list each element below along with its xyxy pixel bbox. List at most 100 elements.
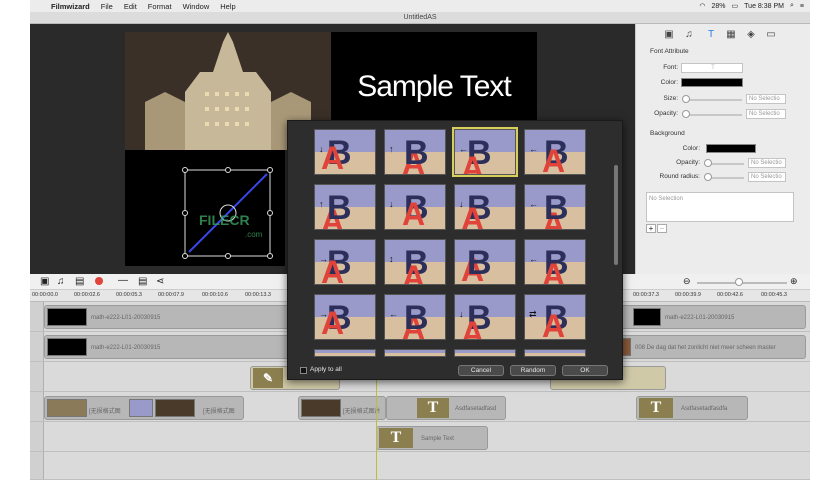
clip-thumbnail bbox=[155, 399, 195, 417]
track-header[interactable] bbox=[30, 392, 44, 421]
round-radius-field[interactable]: No Selectio bbox=[748, 172, 786, 182]
transition-thumbnail[interactable]: B A ← bbox=[524, 239, 586, 285]
transition-thumbnail[interactable]: B A ↕ bbox=[384, 239, 446, 285]
transition-thumbnail[interactable]: A B ↑ bbox=[314, 184, 376, 230]
wifi-icon[interactable]: ◠ bbox=[699, 2, 705, 10]
zoom-in-icon[interactable]: ⊕ bbox=[790, 276, 798, 287]
opacity-slider[interactable] bbox=[684, 114, 742, 116]
clip-thumbnail bbox=[633, 308, 661, 326]
minus-icon[interactable]: — bbox=[118, 275, 128, 286]
track-header[interactable] bbox=[30, 362, 44, 391]
cancel-button[interactable]: Cancel bbox=[458, 365, 504, 376]
bg-opacity-knob[interactable] bbox=[704, 159, 712, 167]
transition-thumbnail[interactable]: AB bbox=[524, 349, 586, 357]
notes-box[interactable]: No Selection bbox=[646, 192, 794, 222]
transition-thumbnail[interactable]: AB bbox=[314, 349, 376, 357]
transition-letter-a: A bbox=[542, 143, 566, 175]
picker-scrollbar[interactable] bbox=[614, 165, 618, 265]
direction-arrow-icon: ← bbox=[389, 309, 398, 319]
track-header[interactable] bbox=[30, 332, 44, 361]
clip-thumbnail bbox=[47, 338, 87, 356]
transition-thumbnail[interactable]: A B ← bbox=[384, 294, 446, 340]
opacity-field[interactable]: No Selectio bbox=[746, 109, 786, 119]
ok-button[interactable]: OK bbox=[562, 365, 608, 376]
music-note-icon[interactable]: ♫ bbox=[57, 276, 65, 287]
transition-thumbnail[interactable]: B A ↓ bbox=[314, 129, 376, 175]
menu-format[interactable]: Format bbox=[148, 2, 172, 11]
bg-color-swatch[interactable] bbox=[706, 144, 756, 153]
text-clip[interactable]: T Sample Text bbox=[376, 426, 488, 450]
transition-thumbnail[interactable]: B A ↓ bbox=[384, 184, 446, 230]
font-color-swatch[interactable] bbox=[681, 78, 743, 87]
export-icon[interactable]: ▤ bbox=[138, 276, 147, 287]
transition-thumbnail[interactable]: A B ↑ bbox=[384, 129, 446, 175]
music-icon[interactable]: ♫ bbox=[682, 29, 696, 41]
zoom-slider-knob[interactable] bbox=[735, 278, 743, 286]
transition-letter-a: A bbox=[461, 201, 485, 230]
random-button[interactable]: Random bbox=[510, 365, 556, 376]
pencil-icon: ✎ bbox=[253, 368, 283, 388]
transition-thumbnail[interactable]: B A ↓ bbox=[454, 184, 516, 230]
transition-thumbnail[interactable]: A B ← bbox=[524, 184, 586, 230]
image-icon[interactable]: ▣ bbox=[40, 276, 49, 287]
media-icon[interactable]: ▦ bbox=[724, 29, 738, 41]
record-icon[interactable] bbox=[95, 277, 103, 285]
direction-arrow-icon: ← bbox=[459, 144, 468, 154]
shapes-icon[interactable]: ◈ bbox=[744, 29, 758, 41]
text-clip[interactable]: T Asdfasetadfasd bbox=[386, 396, 506, 420]
clip-thumbnail bbox=[47, 399, 87, 417]
film-icon[interactable]: ▣ bbox=[662, 29, 676, 41]
watermark-logo: FILECR bbox=[199, 212, 250, 228]
battery-icon[interactable]: ▭ bbox=[732, 2, 739, 10]
image-clip[interactable]: [无损格式图 [无损格式图 bbox=[44, 396, 244, 420]
transition-thumbnail[interactable]: BA bbox=[454, 349, 516, 357]
transition-thumbnail[interactable]: B A → bbox=[314, 239, 376, 285]
menu-file[interactable]: File bbox=[101, 2, 113, 11]
direction-arrow-icon: ↓ bbox=[389, 199, 394, 209]
menu-edit[interactable]: Edit bbox=[124, 2, 137, 11]
share-icon[interactable]: ⋖ bbox=[156, 276, 164, 287]
remove-button[interactable]: − bbox=[657, 224, 667, 233]
menu-help[interactable]: Help bbox=[220, 2, 235, 11]
image-clip[interactable]: [无损格式图片 bbox=[298, 396, 386, 420]
ruler-tick: 00:00:45.3 bbox=[761, 292, 787, 298]
size-slider[interactable] bbox=[684, 99, 742, 101]
transition-grid: B A ↓ A B ↑ B A ← B A ← A B ↑ B A ↓ B A ↓ A B ← B A → B A ↕ A B B A ← B A → A B… bbox=[314, 127, 594, 361]
text-clip[interactable]: T Asdfasetadfasdfa bbox=[636, 396, 748, 420]
transition-thumbnail[interactable]: B A ← bbox=[452, 127, 518, 177]
folder-icon[interactable]: ▭ bbox=[764, 29, 778, 41]
opacity-slider-knob[interactable] bbox=[682, 110, 690, 118]
font-picker[interactable]: T bbox=[681, 63, 743, 73]
apply-all-checkbox[interactable] bbox=[300, 367, 307, 374]
transform-handles[interactable] bbox=[125, 150, 285, 266]
transition-thumbnail[interactable]: B A → bbox=[314, 294, 376, 340]
transition-thumbnail[interactable]: AB bbox=[454, 239, 516, 285]
bg-opacity-label: Opacity: bbox=[676, 159, 700, 166]
clock[interactable]: Tue 8:38 PM bbox=[744, 3, 784, 10]
menu-extras-icon[interactable]: ≡ bbox=[800, 3, 804, 10]
zoom-out-icon[interactable]: ⊖ bbox=[683, 276, 691, 287]
opacity-label: Opacity: bbox=[654, 110, 678, 117]
round-radius-knob[interactable] bbox=[704, 173, 712, 181]
transition-thumbnail[interactable]: B A ⇄ bbox=[524, 294, 586, 340]
ruler-tick: 00:00:42.6 bbox=[717, 292, 743, 298]
search-icon[interactable]: ⌕ bbox=[790, 2, 794, 10]
transition-thumbnail[interactable]: B A ↓ bbox=[454, 294, 516, 340]
transition-letter-b: B bbox=[404, 134, 429, 172]
add-button[interactable]: + bbox=[646, 224, 656, 233]
watermark-logo-sub: .com bbox=[245, 230, 263, 239]
transition-thumbnail[interactable]: BA bbox=[384, 349, 446, 357]
track-header[interactable] bbox=[30, 452, 44, 479]
sample-text[interactable]: Sample Text bbox=[331, 70, 537, 104]
size-label: Size: bbox=[663, 95, 678, 102]
bg-opacity-field[interactable]: No Selectio bbox=[748, 158, 786, 168]
transition-thumbnail[interactable]: B A ← bbox=[524, 129, 586, 175]
track-header[interactable] bbox=[30, 302, 44, 331]
text-icon[interactable]: T bbox=[704, 29, 718, 41]
size-field[interactable]: No Selectio bbox=[746, 94, 786, 104]
menu-window[interactable]: Window bbox=[183, 2, 210, 11]
track-header[interactable] bbox=[30, 422, 44, 451]
size-slider-knob[interactable] bbox=[682, 95, 690, 103]
app-menu[interactable]: Filmwizard bbox=[51, 2, 90, 11]
film-icon[interactable]: ▤ bbox=[75, 276, 84, 287]
